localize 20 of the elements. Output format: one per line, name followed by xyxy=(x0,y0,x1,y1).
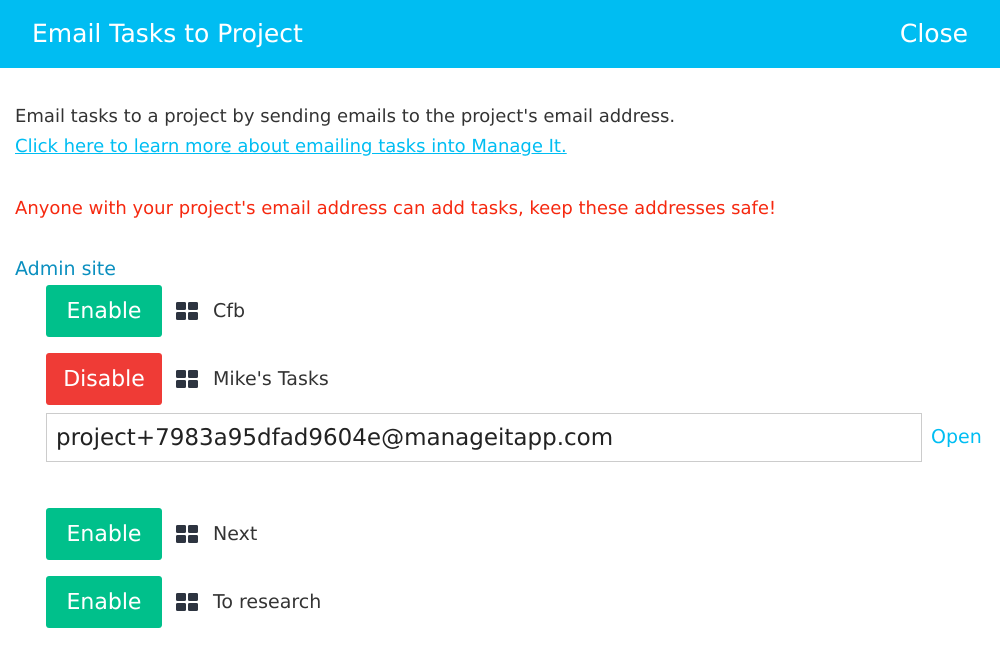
enable-button[interactable]: Enable xyxy=(46,285,162,337)
project-name: To research xyxy=(213,590,322,615)
project-name: Mike's Tasks xyxy=(213,366,329,392)
project-name: Next xyxy=(213,522,258,547)
project-name: Cfb xyxy=(213,298,246,324)
learn-more-link[interactable]: Click here to learn more about emailing tasks into Manage It. xyxy=(15,136,567,157)
grid-icon xyxy=(176,525,198,543)
disable-button[interactable]: Disable xyxy=(46,353,162,405)
enable-button[interactable]: Enable xyxy=(46,508,162,560)
dialog-title: Email Tasks to Project xyxy=(32,18,303,50)
close-button[interactable]: Close xyxy=(900,15,968,53)
warning-text: Anyone with your project's email address can add tasks, keep these addresses safe! xyxy=(15,197,778,221)
grid-icon xyxy=(176,302,198,320)
enable-button[interactable]: Enable xyxy=(46,576,162,628)
grid-icon xyxy=(176,370,198,388)
group-heading: Admin site xyxy=(15,257,117,282)
open-link[interactable]: Open xyxy=(931,423,982,452)
intro-text: Email tasks to a project by sending emails to the project's email address. xyxy=(15,105,676,129)
grid-icon xyxy=(176,593,198,611)
email-address-field[interactable]: project+7983a95dfad9604e@manageitapp.com xyxy=(46,413,922,462)
